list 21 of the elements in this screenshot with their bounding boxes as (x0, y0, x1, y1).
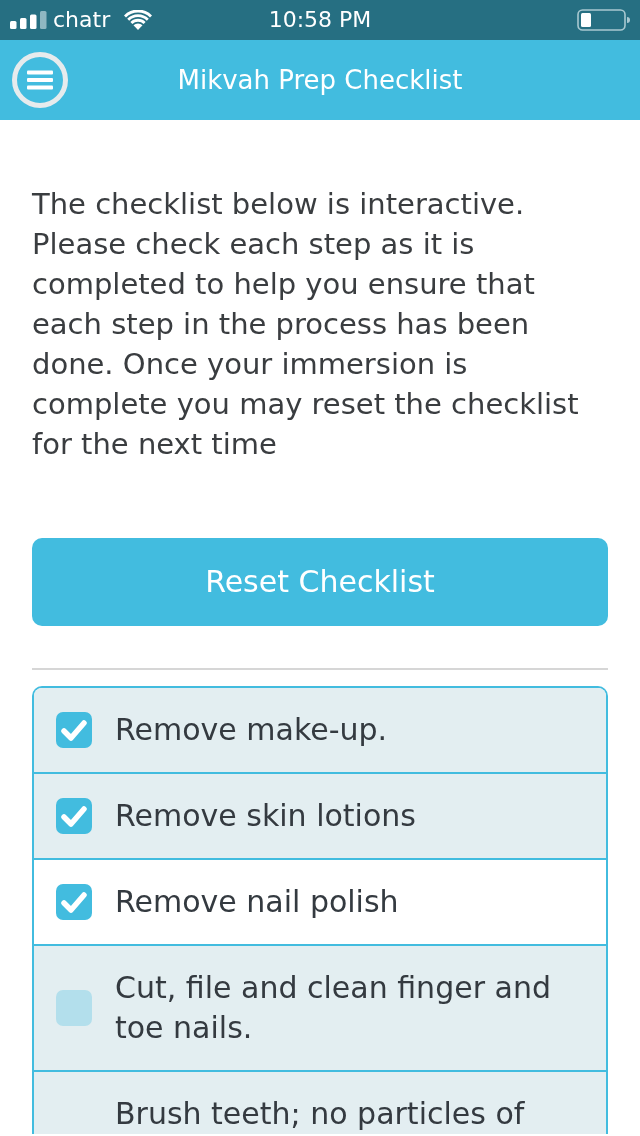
checklist-item-label: Brush teeth; no particles of (115, 1095, 526, 1133)
checklist-row[interactable]: Remove make-up. (34, 688, 606, 774)
screen-title: Mikvah Prep Checklist (177, 64, 463, 96)
menu-icon[interactable] (12, 52, 68, 108)
status-time: 10:58 PM (268, 7, 372, 33)
checklist-row[interactable]: Remove skin lotions (34, 774, 606, 860)
wifi-icon (124, 10, 153, 30)
checkbox[interactable] (56, 798, 92, 834)
checklist-row[interactable]: Cut, file and clean finger and toe nails. (34, 946, 606, 1072)
checklist-item-label: Remove nail polish (115, 883, 400, 921)
checkbox[interactable] (56, 990, 92, 1026)
signal-icon (10, 11, 48, 29)
checkbox[interactable] (56, 712, 92, 748)
checklist-item-label: Remove make-up. (115, 711, 389, 749)
checkbox[interactable] (56, 884, 92, 920)
checklist-item-label: Cut, file and clean finger and toe nails. (115, 969, 552, 1047)
intro-text: The checklist below is interactive. Please check each step as it is completed to help you ensure that each step in the process has been done. Once your immersion is complete you may reset the checklist for the next time (32, 186, 580, 463)
checklist-item-label: Remove skin lotions (115, 797, 417, 835)
checklist-row[interactable]: Brush teeth; no particles of (34, 1072, 606, 1134)
carrier-name: chatr (53, 7, 111, 33)
battery-icon (577, 9, 630, 31)
